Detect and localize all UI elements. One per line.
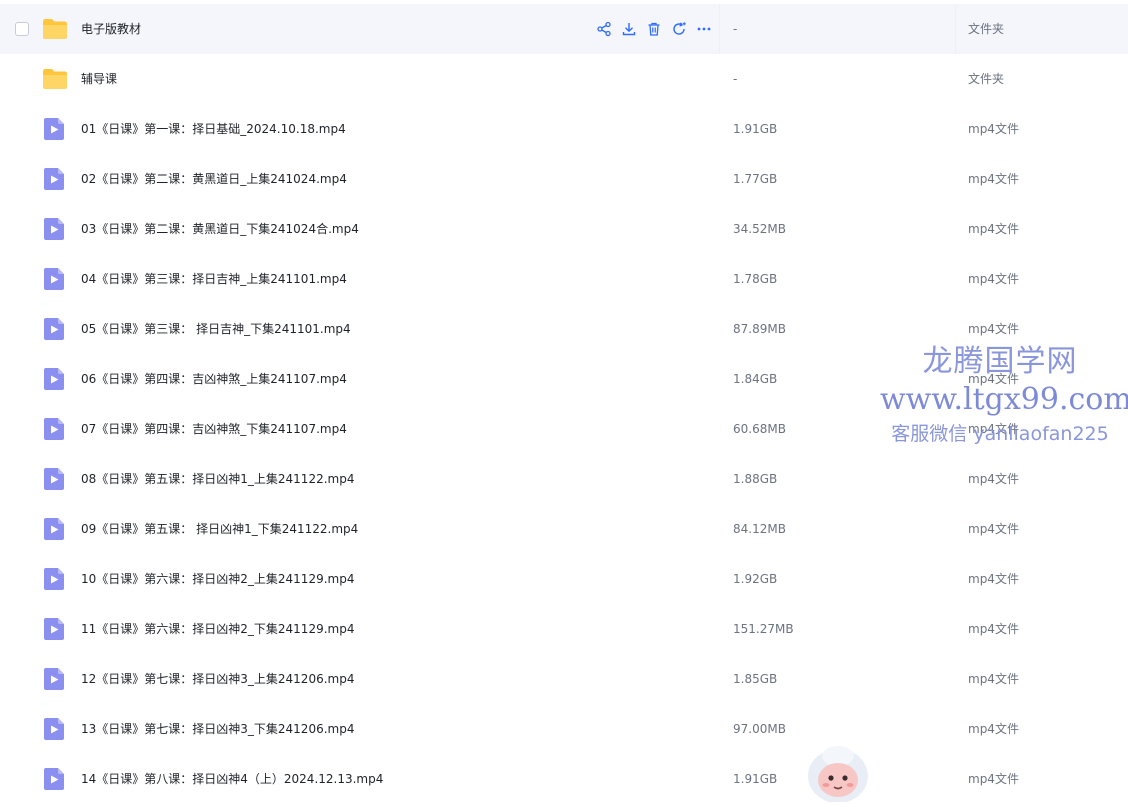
file-name[interactable]: 14《日课》第八课：择日凶神4（上）2024.12.13.mp4 [81, 754, 383, 804]
file-type: mp4文件 [968, 522, 1019, 536]
file-name[interactable]: 07《日课》第四课：吉凶神煞_下集241107.mp4 [81, 404, 347, 454]
file-size: 1.85GB [733, 672, 778, 686]
file-row[interactable]: 13《日课》第七课：择日凶神3_下集241206.mp4 97.00MB mp4文件 [0, 704, 1128, 754]
file-type: mp4文件 [968, 722, 1019, 736]
file-size: 97.00MB [733, 722, 786, 736]
file-type: mp4文件 [968, 322, 1019, 336]
file-type: mp4文件 [968, 672, 1019, 686]
file-row[interactable]: 11《日课》第六课：择日凶神2_下集241129.mp4 151.27MB mp4文… [0, 604, 1128, 654]
file-row[interactable]: 12《日课》第七课：择日凶神3_上集241206.mp4 1.85GB mp4文件 [0, 654, 1128, 704]
video-file-icon [42, 367, 68, 391]
file-size: 1.88GB [733, 472, 778, 486]
file-name[interactable]: 10《日课》第六课：择日凶神2_上集241129.mp4 [81, 554, 354, 604]
file-row[interactable]: 10《日课》第六课：择日凶神2_上集241129.mp4 1.92GB mp4文件 [0, 554, 1128, 604]
file-name[interactable]: 12《日课》第七课：择日凶神3_上集241206.mp4 [81, 654, 354, 704]
video-file-icon [42, 167, 68, 191]
file-name[interactable]: 11《日课》第六课：择日凶神2_下集241129.mp4 [81, 604, 354, 654]
file-type: mp4文件 [968, 222, 1019, 236]
file-type: mp4文件 [968, 772, 1019, 786]
file-size: - [733, 72, 738, 86]
file-name[interactable]: 09《日课》第五课： 择日凶神1_下集241122.mp4 [81, 504, 358, 554]
video-file-icon [42, 217, 68, 241]
file-row[interactable]: 08《日课》第五课：择日凶神1_上集241122.mp4 1.88GB mp4文件 [0, 454, 1128, 504]
file-type: mp4文件 [968, 472, 1019, 486]
file-row[interactable]: 辅导课 - 文件夹 [0, 54, 1128, 104]
file-type: mp4文件 [968, 622, 1019, 636]
file-name[interactable]: 08《日课》第五课：择日凶神1_上集241122.mp4 [81, 454, 354, 504]
video-file-icon [42, 117, 68, 141]
delete-icon[interactable] [646, 21, 662, 37]
file-size: 87.89MB [733, 322, 786, 336]
file-type: mp4文件 [968, 172, 1019, 186]
file-type: mp4文件 [968, 122, 1019, 136]
video-file-icon [42, 567, 68, 591]
file-size: 151.27MB [733, 622, 794, 636]
file-row[interactable]: 04《日课》第三课：择日吉神_上集241101.mp4 1.78GB mp4文件 [0, 254, 1128, 304]
sync-icon[interactable] [671, 21, 687, 37]
row-checkbox[interactable] [15, 22, 29, 36]
file-size: - [733, 22, 738, 36]
file-name[interactable]: 03《日课》第二课：黄黑道日_下集241024合.mp4 [81, 204, 359, 254]
file-row[interactable]: 05《日课》第三课： 择日吉神_下集241101.mp4 87.89MB mp4文件 [0, 304, 1128, 354]
file-name[interactable]: 01《日课》第一课：择日基础_2024.10.18.mp4 [81, 104, 346, 154]
video-file-icon [42, 717, 68, 741]
file-size: 1.92GB [733, 572, 778, 586]
file-size: 1.91GB [733, 122, 778, 136]
file-type: mp4文件 [968, 272, 1019, 286]
file-row[interactable]: 07《日课》第四课：吉凶神煞_下集241107.mp4 60.68MB mp4文件 [0, 404, 1128, 454]
video-file-icon [42, 417, 68, 441]
file-name[interactable]: 05《日课》第三课： 择日吉神_下集241101.mp4 [81, 304, 351, 354]
file-name[interactable]: 辅导课 [81, 54, 117, 104]
share-icon[interactable] [596, 21, 612, 37]
file-type: 文件夹 [968, 22, 1005, 36]
folder-icon [42, 17, 68, 41]
video-file-icon [42, 617, 68, 641]
file-type: mp4文件 [968, 422, 1019, 436]
column-divider [719, 4, 720, 54]
file-row[interactable]: 03《日课》第二课：黄黑道日_下集241024合.mp4 34.52MB mp4文件 [0, 204, 1128, 254]
file-type: mp4文件 [968, 572, 1019, 586]
video-file-icon [42, 267, 68, 291]
file-name[interactable]: 02《日课》第二课：黄黑道日_上集241024.mp4 [81, 154, 347, 204]
file-name[interactable]: 04《日课》第三课：择日吉神_上集241101.mp4 [81, 254, 347, 304]
video-file-icon [42, 517, 68, 541]
file-list: 电子版教材 - 文件夹 辅导课 - 文件夹 01《日课》第一课：择日基础_2024.10.1… [0, 4, 1128, 804]
file-row[interactable]: 02《日课》第二课：黄黑道日_上集241024.mp4 1.77GB mp4文件 [0, 154, 1128, 204]
download-icon[interactable] [621, 21, 637, 37]
file-row[interactable]: 电子版教材 - 文件夹 [0, 4, 1128, 54]
file-size: 60.68MB [733, 422, 786, 436]
file-row[interactable]: 09《日课》第五课： 择日凶神1_下集241122.mp4 84.12MB mp4文… [0, 504, 1128, 554]
column-divider [955, 4, 956, 54]
file-size: 1.91GB [733, 772, 778, 786]
file-type: mp4文件 [968, 372, 1019, 386]
file-name[interactable]: 电子版教材 [81, 4, 141, 54]
folder-icon [42, 67, 68, 91]
file-size: 34.52MB [733, 222, 786, 236]
file-name[interactable]: 13《日课》第七课：择日凶神3_下集241206.mp4 [81, 704, 354, 754]
video-file-icon [42, 317, 68, 341]
video-file-icon [42, 667, 68, 691]
file-row[interactable]: 14《日课》第八课：择日凶神4（上）2024.12.13.mp4 1.91GB mp… [0, 754, 1128, 804]
file-type: 文件夹 [968, 72, 1005, 86]
file-row[interactable]: 01《日课》第一课：择日基础_2024.10.18.mp4 1.91GB mp4文件 [0, 104, 1128, 154]
file-name[interactable]: 06《日课》第四课：吉凶神煞_上集241107.mp4 [81, 354, 347, 404]
video-file-icon [42, 467, 68, 491]
more-icon[interactable] [696, 21, 712, 37]
assistant-mascot-icon[interactable] [804, 742, 872, 802]
file-size: 1.77GB [733, 172, 778, 186]
file-row[interactable]: 06《日课》第四课：吉凶神煞_上集241107.mp4 1.84GB mp4文件 [0, 354, 1128, 404]
file-size: 1.78GB [733, 272, 778, 286]
file-size: 1.84GB [733, 372, 778, 386]
file-size: 84.12MB [733, 522, 786, 536]
video-file-icon [42, 767, 68, 791]
row-actions [596, 20, 712, 38]
